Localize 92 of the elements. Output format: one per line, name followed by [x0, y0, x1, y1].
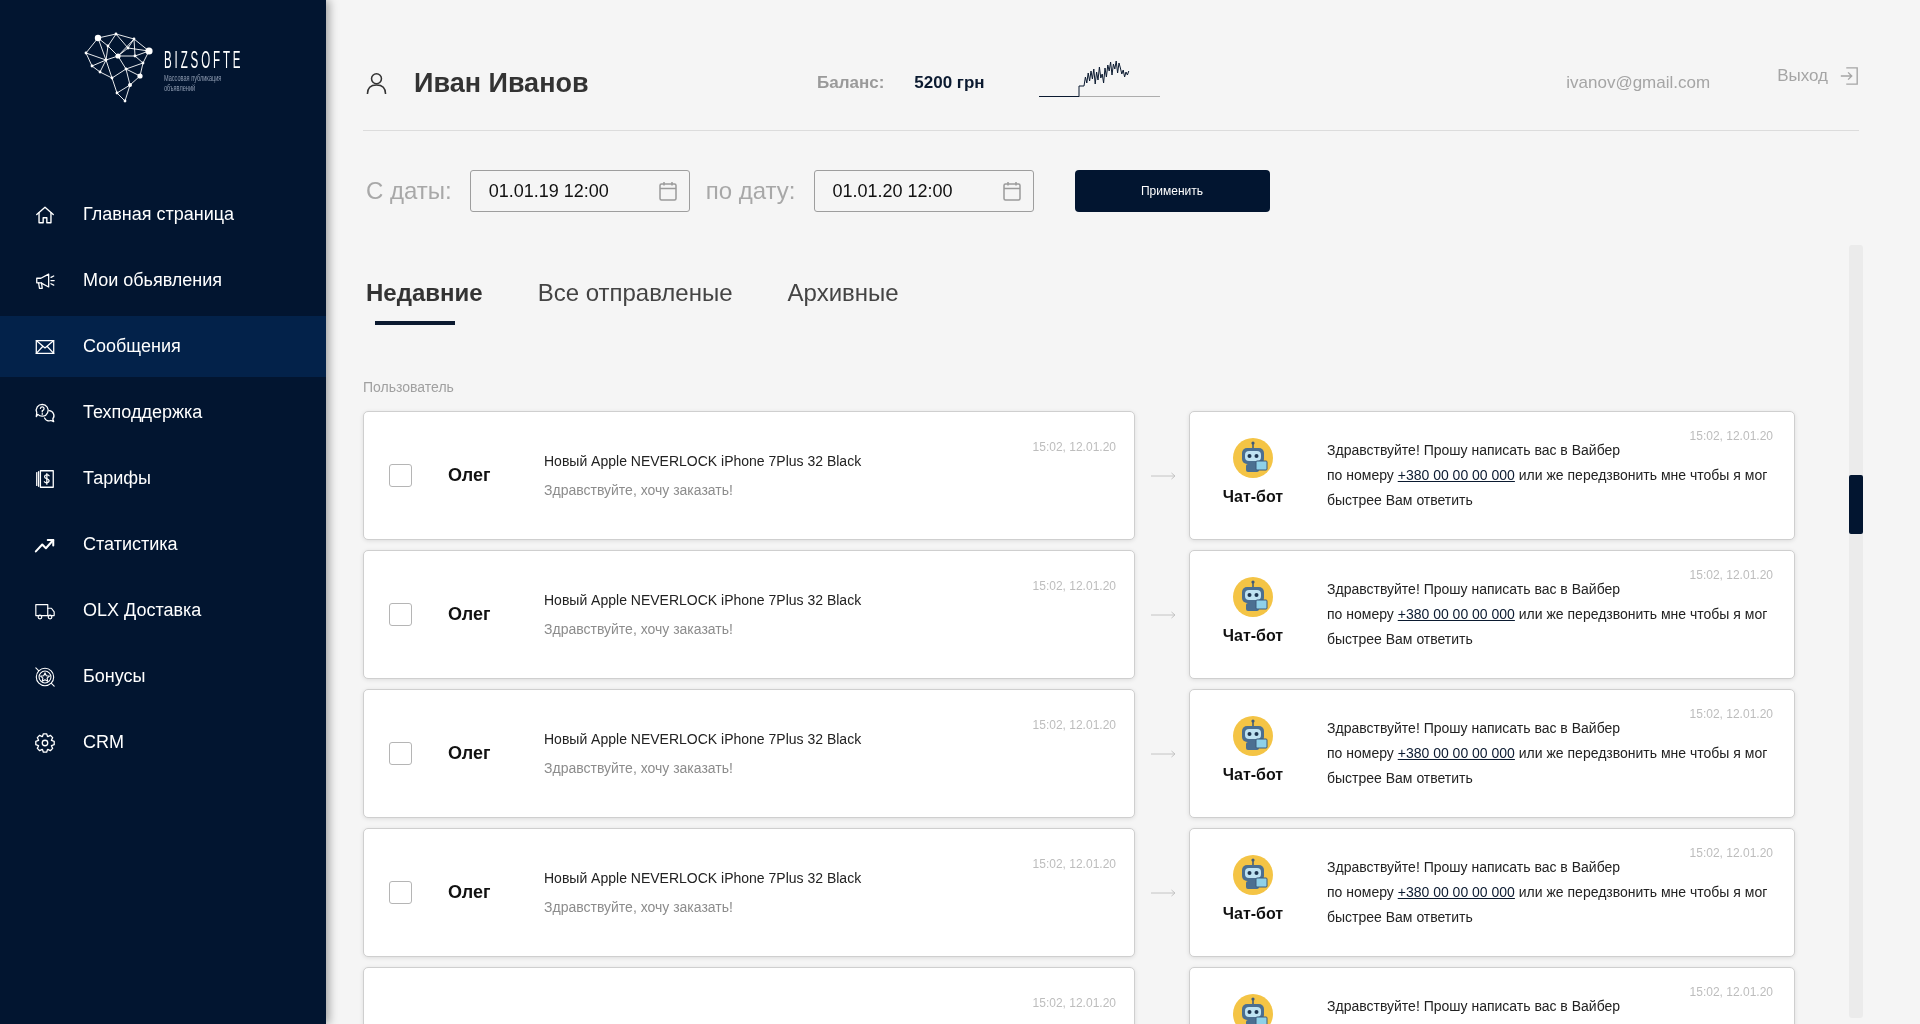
right-arrow-icon	[1151, 748, 1176, 759]
user-icon	[366, 71, 387, 95]
calendar-icon	[1002, 181, 1021, 201]
robot-avatar-icon	[1233, 438, 1273, 478]
message-card[interactable]: Олег Новый Apple NEVERLOCK iPhone 7Plus 32 Black Здравствуйте, хочу заказать! 15:02, 12.01.20	[363, 550, 1135, 679]
message-time: 15:02, 12.01.20	[1032, 579, 1116, 593]
seal-icon	[34, 665, 56, 688]
message-preview: Здравствуйте, хочу заказать!	[544, 899, 734, 915]
message-time: 15:02, 12.01.20	[1032, 718, 1116, 732]
logo-tagline: Массовая публикация объявлений	[164, 73, 223, 93]
logo-text: BIZSOFTE	[164, 50, 244, 70]
message-card[interactable]: Олег Новый Apple NEVERLOCK iPhone 7Plus 32 Black Здравствуйте, хочу заказать! 15:02, 12.01.20	[363, 828, 1135, 957]
message-preview: Здравствуйте, хочу заказать!	[544, 760, 734, 776]
sender-name: Олег	[448, 743, 492, 764]
robot-avatar-icon	[1233, 855, 1273, 895]
reply-time: 15:02, 12.01.20	[1689, 985, 1773, 999]
reply-card[interactable]: Чат-бот Здравствуйте! Прошу написать вас в Вайбер по номеру +380 00 00 00 000 или же передзвонить мне чтобы я мог быстрее Вам ответить 15:02, 12.01.20	[1189, 550, 1795, 679]
phone-link[interactable]: +380 00 00 00 000	[1397, 884, 1515, 900]
listing-title: Новый Apple NEVERLOCK iPhone 7Plus 32 Black	[544, 453, 862, 469]
from-date-label: С даты:	[366, 177, 452, 205]
reply-time: 15:02, 12.01.20	[1689, 568, 1773, 582]
reply-text: Здравствуйте! Прошу написать вас в Вайбер по номеру +380 00 00 00 000 или же передзвонить мне чтобы я мог быстрее Вам ответить	[1327, 581, 1769, 649]
phone-link[interactable]: +380 00 00 00 000	[1397, 606, 1515, 622]
phone-link[interactable]: +380 00 00 00 000	[1397, 467, 1515, 483]
tab[interactable]: Недавние	[366, 277, 483, 327]
sender-name: Олег	[448, 465, 492, 486]
sidebar-item[interactable]: Тарифы	[0, 448, 326, 509]
tab[interactable]: Архивные	[787, 277, 899, 327]
reply-card[interactable]: Здравствуйте! Прошу написать вас в Вайбер 15:02, 12.01.20	[1189, 967, 1795, 1024]
reply-time: 15:02, 12.01.20	[1689, 846, 1773, 860]
calendar-icon	[658, 181, 677, 201]
bot-name: Чат-бот	[1222, 627, 1284, 645]
right-arrow-icon	[1151, 887, 1176, 898]
sidebar-item[interactable]: Мои обьявления	[0, 250, 326, 311]
message-time: 15:02, 12.01.20	[1032, 857, 1116, 871]
logout-icon	[1839, 65, 1859, 86]
bot-name: Чат-бот	[1222, 905, 1284, 923]
robot-avatar-icon	[1233, 577, 1273, 617]
robot-avatar-icon	[1233, 716, 1273, 756]
reply-card[interactable]: Чат-бот Здравствуйте! Прошу написать вас в Вайбер по номеру +380 00 00 00 000 или же передзвонить мне чтобы я мог быстрее Вам ответить 15:02, 12.01.20	[1189, 689, 1795, 818]
listing-title: Новый Apple NEVERLOCK iPhone 7Plus 32 Black	[544, 870, 862, 886]
reply-text: Здравствуйте! Прошу написать вас в Вайбер по номеру +380 00 00 00 000 или же передзвонить мне чтобы я мог быстрее Вам ответить	[1327, 720, 1769, 788]
brain-logo-icon	[82, 32, 154, 104]
help-chat-icon	[34, 401, 56, 424]
message-card[interactable]: Олег Новый Apple NEVERLOCK iPhone 7Plus 32 Black Здравствуйте, хочу заказать! 15:02, 12.01.20	[363, 689, 1135, 818]
reply-card[interactable]: Чат-бот Здравствуйте! Прошу написать вас в Вайбер по номеру +380 00 00 00 000 или же передзвонить мне чтобы я мог быстрее Вам ответить 15:02, 12.01.20	[1189, 411, 1795, 540]
date-input-field[interactable]: 01.01.20 12:00	[813, 170, 1034, 212]
tab[interactable]: Все отправленые	[537, 277, 733, 327]
to-date-label: по дату:	[705, 177, 796, 205]
message-time: 15:02, 12.01.20	[1032, 996, 1116, 1010]
sidebar-item[interactable]: CRM	[0, 712, 326, 773]
settings-icon	[34, 731, 56, 754]
message-card[interactable]: Олег Новый Apple NEVERLOCK iPhone 7Plus 32 Black Здравствуйте, хочу заказать! 15:02, 12.01.20	[363, 411, 1135, 540]
user-name: Иван Иванов	[414, 67, 589, 99]
email-text: ivanov@gmail.com	[1566, 73, 1711, 93]
phone-link[interactable]: +380 00 00 00 000	[1397, 745, 1515, 761]
sidebar-item[interactable]: Главная страница	[0, 184, 326, 245]
reply-time: 15:02, 12.01.20	[1689, 707, 1773, 721]
reply-text: Здравствуйте! Прошу написать вас в Вайбер	[1327, 997, 1622, 1016]
reply-text: Здравствуйте! Прошу написать вас в Вайбер по номеру +380 00 00 00 000 или же передзвонить мне чтобы я мог быстрее Вам ответить	[1327, 442, 1769, 510]
sidebar-item[interactable]: Сообщения	[0, 316, 326, 377]
balance-amount: 5200 грн	[914, 73, 985, 93]
reply-time: 15:02, 12.01.20	[1689, 429, 1773, 443]
column-label: Пользователь	[363, 379, 455, 395]
reply-text: Здравствуйте! Прошу написать вас в Вайбер по номеру +380 00 00 00 000 или же передзвонить мне чтобы я мог быстрее Вам ответить	[1327, 859, 1769, 927]
dollar-bill-icon	[34, 467, 56, 490]
balance-label: Баланс:	[817, 73, 885, 93]
right-arrow-icon	[1151, 470, 1176, 481]
checkbox[interactable]	[389, 742, 412, 765]
message-preview: Здравствуйте, хочу заказать!	[544, 621, 734, 637]
sidebar-item[interactable]: Статистика	[0, 514, 326, 575]
checkbox[interactable]	[389, 603, 412, 626]
robot-avatar-icon	[1233, 994, 1273, 1024]
checkbox[interactable]	[389, 881, 412, 904]
checkbox[interactable]	[389, 464, 412, 487]
listing-title: Новый Apple NEVERLOCK iPhone 7Plus 32 Black	[544, 731, 862, 747]
apply-button[interactable]: Применить	[1074, 170, 1270, 212]
sidebar-item[interactable]: OLX Доставка	[0, 580, 326, 641]
right-arrow-icon	[1151, 609, 1176, 620]
bot-name: Чат-бот	[1222, 488, 1284, 506]
message-time: 15:02, 12.01.20	[1032, 440, 1116, 454]
message-preview: Здравствуйте, хочу заказать!	[544, 482, 734, 498]
sidebar-item[interactable]: Бонусы	[0, 646, 326, 707]
bot-name: Чат-бот	[1222, 766, 1284, 784]
scrollbar-track[interactable]	[1849, 245, 1863, 1018]
listing-title: Новый Apple NEVERLOCK iPhone 7Plus 32 Black	[544, 592, 862, 608]
date-input-field[interactable]: 01.01.19 12:00	[469, 170, 690, 212]
scrollbar-thumb[interactable]	[1849, 475, 1863, 534]
sender-name: Олег	[448, 882, 492, 903]
reply-card[interactable]: Чат-бот Здравствуйте! Прошу написать вас в Вайбер по номеру +380 00 00 00 000 или же передзвонить мне чтобы я мог быстрее Вам ответить 15:02, 12.01.20	[1189, 828, 1795, 957]
sidebar-item[interactable]: Техподдержка	[0, 382, 326, 443]
sender-name: Олег	[448, 604, 492, 625]
